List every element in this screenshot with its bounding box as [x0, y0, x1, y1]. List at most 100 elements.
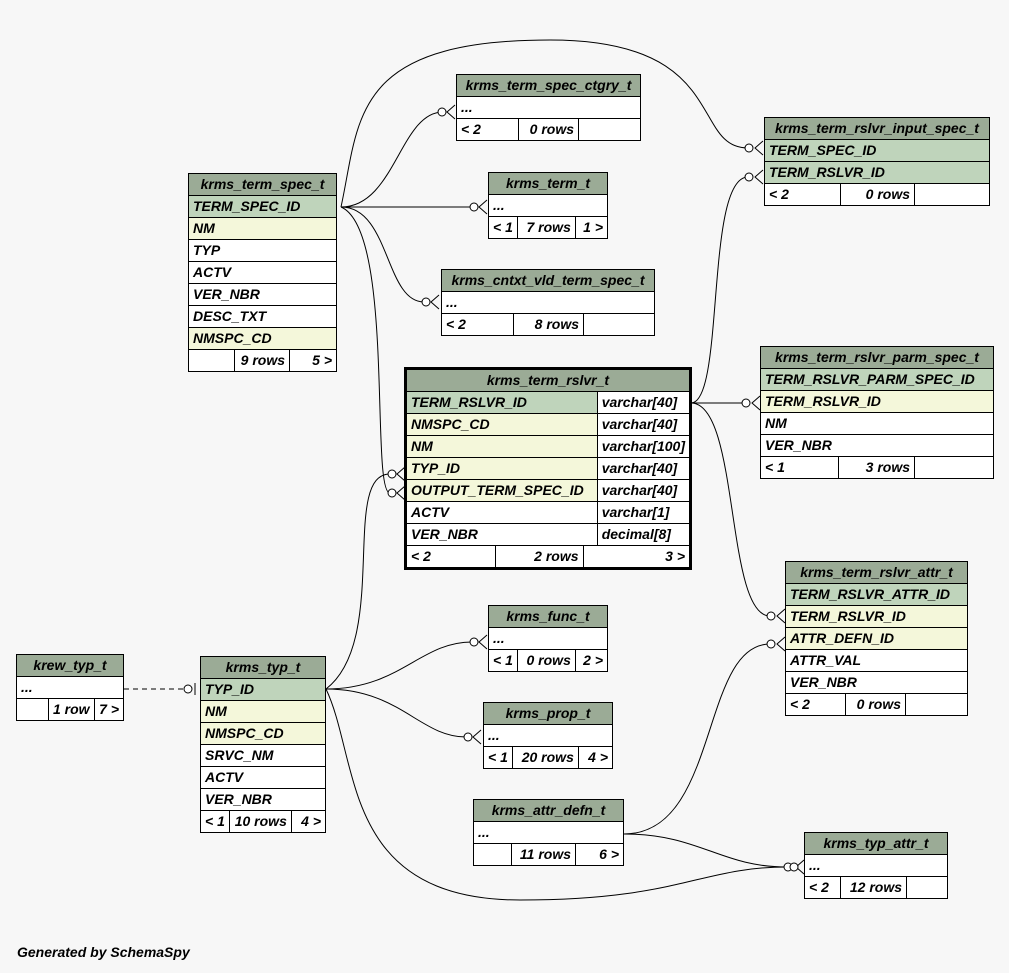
column-nm[interactable]: NM	[200, 700, 326, 723]
row-count: 12 rows	[840, 876, 907, 899]
parent-count[interactable]: < 1	[483, 746, 513, 769]
table-krms-term-rslvr-t[interactable]: krms_term_rslvr_t TERM_RSLVR_ID varchar[…	[404, 367, 692, 570]
column-actv[interactable]: ACTV	[200, 766, 326, 789]
row-count: 20 rows	[511, 746, 579, 769]
column-ver-nbr[interactable]: VER_NBR	[200, 788, 326, 811]
column-actv[interactable]: ACTV	[188, 261, 337, 284]
table-title[interactable]: krew_typ_t	[16, 654, 124, 677]
table-krms-typ-t[interactable]: krms_typ_t TYP_ID NM NMSPC_CD SRVC_NM AC…	[200, 656, 327, 833]
column-ver-nbr[interactable]: VER_NBR	[760, 434, 994, 457]
table-title[interactable]: krms_cntxt_vld_term_spec_t	[441, 269, 655, 292]
column-typ-id[interactable]: TYP_ID	[200, 678, 326, 701]
generated-by-footer: Generated by SchemaSpy	[17, 944, 190, 960]
column-typ-id[interactable]: TYP_ID	[405, 457, 598, 480]
child-count[interactable]	[914, 183, 990, 206]
column-term-rslvr-id[interactable]: TERM_RSLVR_ID	[764, 161, 990, 184]
table-title[interactable]: krms_term_spec_t	[188, 173, 337, 196]
column-attr-defn-id[interactable]: ATTR_DEFN_ID	[785, 627, 968, 650]
table-title[interactable]: krms_term_t	[488, 172, 608, 195]
table-krms-attr-defn-t[interactable]: krms_attr_defn_t ... 11 rows 6 >	[473, 799, 624, 866]
table-krew-typ-t[interactable]: krew_typ_t ... 1 row 7 >	[16, 654, 125, 721]
column-term-rslvr-id[interactable]: TERM_RSLVR_ID	[760, 390, 994, 413]
parent-count[interactable]: < 2	[407, 546, 496, 567]
column-ver-nbr[interactable]: VER_NBR	[188, 283, 337, 306]
column-ellipsis: ...	[488, 194, 608, 217]
table-krms-func-t[interactable]: krms_func_t ... < 1 0 rows 2 >	[488, 605, 609, 672]
child-count[interactable]: 3 >	[583, 546, 689, 567]
parent-count[interactable]: < 2	[804, 876, 841, 899]
table-title[interactable]: krms_prop_t	[483, 702, 613, 725]
column-actv[interactable]: ACTV	[405, 501, 598, 524]
child-count[interactable]	[914, 456, 994, 479]
table-title[interactable]: krms_term_rslvr_input_spec_t	[764, 117, 990, 140]
row-count: 0 rows	[518, 118, 579, 141]
table-title[interactable]: krms_typ_t	[200, 656, 326, 679]
row-count: 1 row	[48, 698, 95, 721]
child-count[interactable]	[578, 118, 641, 141]
table-title[interactable]: krms_term_spec_ctgry_t	[456, 74, 641, 97]
column-nm[interactable]: NM	[188, 217, 337, 240]
parent-count[interactable]: < 1	[760, 456, 839, 479]
row-count: 3 rows	[838, 456, 915, 479]
parent-count[interactable]	[188, 349, 235, 372]
table-title[interactable]: krms_term_rslvr_parm_spec_t	[760, 346, 994, 369]
child-count[interactable]: 7 >	[93, 698, 125, 721]
table-krms-term-spec-ctgry-t[interactable]: krms_term_spec_ctgry_t ... < 2 0 rows	[456, 74, 641, 141]
table-krms-term-t[interactable]: krms_term_t ... < 1 7 rows 1 >	[488, 172, 609, 239]
table-krms-cntxt-vld-term-spec-t[interactable]: krms_cntxt_vld_term_spec_t ... < 2 8 row…	[441, 269, 655, 336]
child-count[interactable]	[905, 693, 968, 716]
table-krms-term-rslvr-attr-t[interactable]: krms_term_rslvr_attr_t TERM_RSLVR_ATTR_I…	[785, 561, 968, 716]
table-krms-term-rslvr-input-spec-t[interactable]: krms_term_rslvr_input_spec_t TERM_SPEC_I…	[764, 117, 990, 206]
column-term-rslvr-attr-id[interactable]: TERM_RSLVR_ATTR_ID	[785, 583, 968, 606]
column-attr-val[interactable]: ATTR_VAL	[785, 649, 968, 672]
column-term-rslvr-parm-spec-id[interactable]: TERM_RSLVR_PARM_SPEC_ID	[760, 368, 994, 391]
table-title[interactable]: krms_func_t	[488, 605, 608, 628]
table-krms-term-spec-t[interactable]: krms_term_spec_t TERM_SPEC_ID NM TYP ACT…	[188, 173, 337, 372]
parent-count[interactable]	[16, 698, 49, 721]
table-krms-prop-t[interactable]: krms_prop_t ... < 1 20 rows 4 >	[483, 702, 614, 769]
parent-count[interactable]: < 2	[441, 313, 514, 336]
table-title[interactable]: krms_typ_attr_t	[804, 832, 948, 855]
column-type: varchar[40]	[596, 413, 692, 436]
column-term-rslvr-id[interactable]: TERM_RSLVR_ID	[785, 605, 968, 628]
column-type: varchar[1]	[596, 501, 692, 524]
column-ellipsis: ...	[473, 821, 624, 844]
column-term-spec-id[interactable]: TERM_SPEC_ID	[764, 139, 990, 162]
parent-count[interactable]: < 1	[488, 649, 518, 672]
column-typ[interactable]: TYP	[188, 239, 337, 262]
parent-count[interactable]: < 1	[488, 216, 518, 239]
column-term-rslvr-id[interactable]: TERM_RSLVR_ID	[405, 391, 598, 414]
child-count[interactable]: 4 >	[290, 810, 327, 833]
column-nm[interactable]: NM	[760, 412, 994, 435]
row-count: 7 rows	[516, 216, 576, 239]
column-ellipsis: ...	[483, 724, 613, 747]
child-count[interactable]	[906, 876, 948, 899]
table-title[interactable]: krms_attr_defn_t	[473, 799, 624, 822]
column-nmspc-cd[interactable]: NMSPC_CD	[188, 327, 337, 350]
child-count[interactable]	[583, 313, 655, 336]
table-krms-typ-attr-t[interactable]: krms_typ_attr_t ... < 2 12 rows	[804, 832, 948, 899]
child-count[interactable]: 4 >	[577, 746, 614, 769]
column-term-spec-id[interactable]: TERM_SPEC_ID	[188, 195, 337, 218]
column-output-term-spec-id[interactable]: OUTPUT_TERM_SPEC_ID	[405, 479, 598, 502]
child-count[interactable]: 2 >	[574, 649, 609, 672]
parent-count[interactable]	[473, 843, 512, 866]
column-nmspc-cd[interactable]: NMSPC_CD	[405, 413, 598, 436]
column-ver-nbr[interactable]: VER_NBR	[785, 671, 968, 694]
column-ellipsis: ...	[441, 291, 655, 314]
column-ver-nbr[interactable]: VER_NBR	[405, 523, 598, 546]
column-nmspc-cd[interactable]: NMSPC_CD	[200, 722, 326, 745]
table-title[interactable]: krms_term_rslvr_attr_t	[785, 561, 968, 584]
child-count[interactable]: 6 >	[575, 843, 624, 866]
table-krms-term-rslvr-parm-spec-t[interactable]: krms_term_rslvr_parm_spec_t TERM_RSLVR_P…	[760, 346, 994, 479]
column-srvc-nm[interactable]: SRVC_NM	[200, 744, 326, 767]
table-title[interactable]: krms_term_rslvr_t	[405, 368, 691, 392]
child-count[interactable]: 5 >	[289, 349, 337, 372]
column-nm[interactable]: NM	[405, 435, 598, 458]
parent-count[interactable]: < 2	[456, 118, 519, 141]
parent-count[interactable]: < 1	[200, 810, 230, 833]
parent-count[interactable]: < 2	[764, 183, 841, 206]
column-desc-txt[interactable]: DESC_TXT	[188, 305, 337, 328]
parent-count[interactable]: < 2	[785, 693, 846, 716]
child-count[interactable]: 1 >	[574, 216, 609, 239]
